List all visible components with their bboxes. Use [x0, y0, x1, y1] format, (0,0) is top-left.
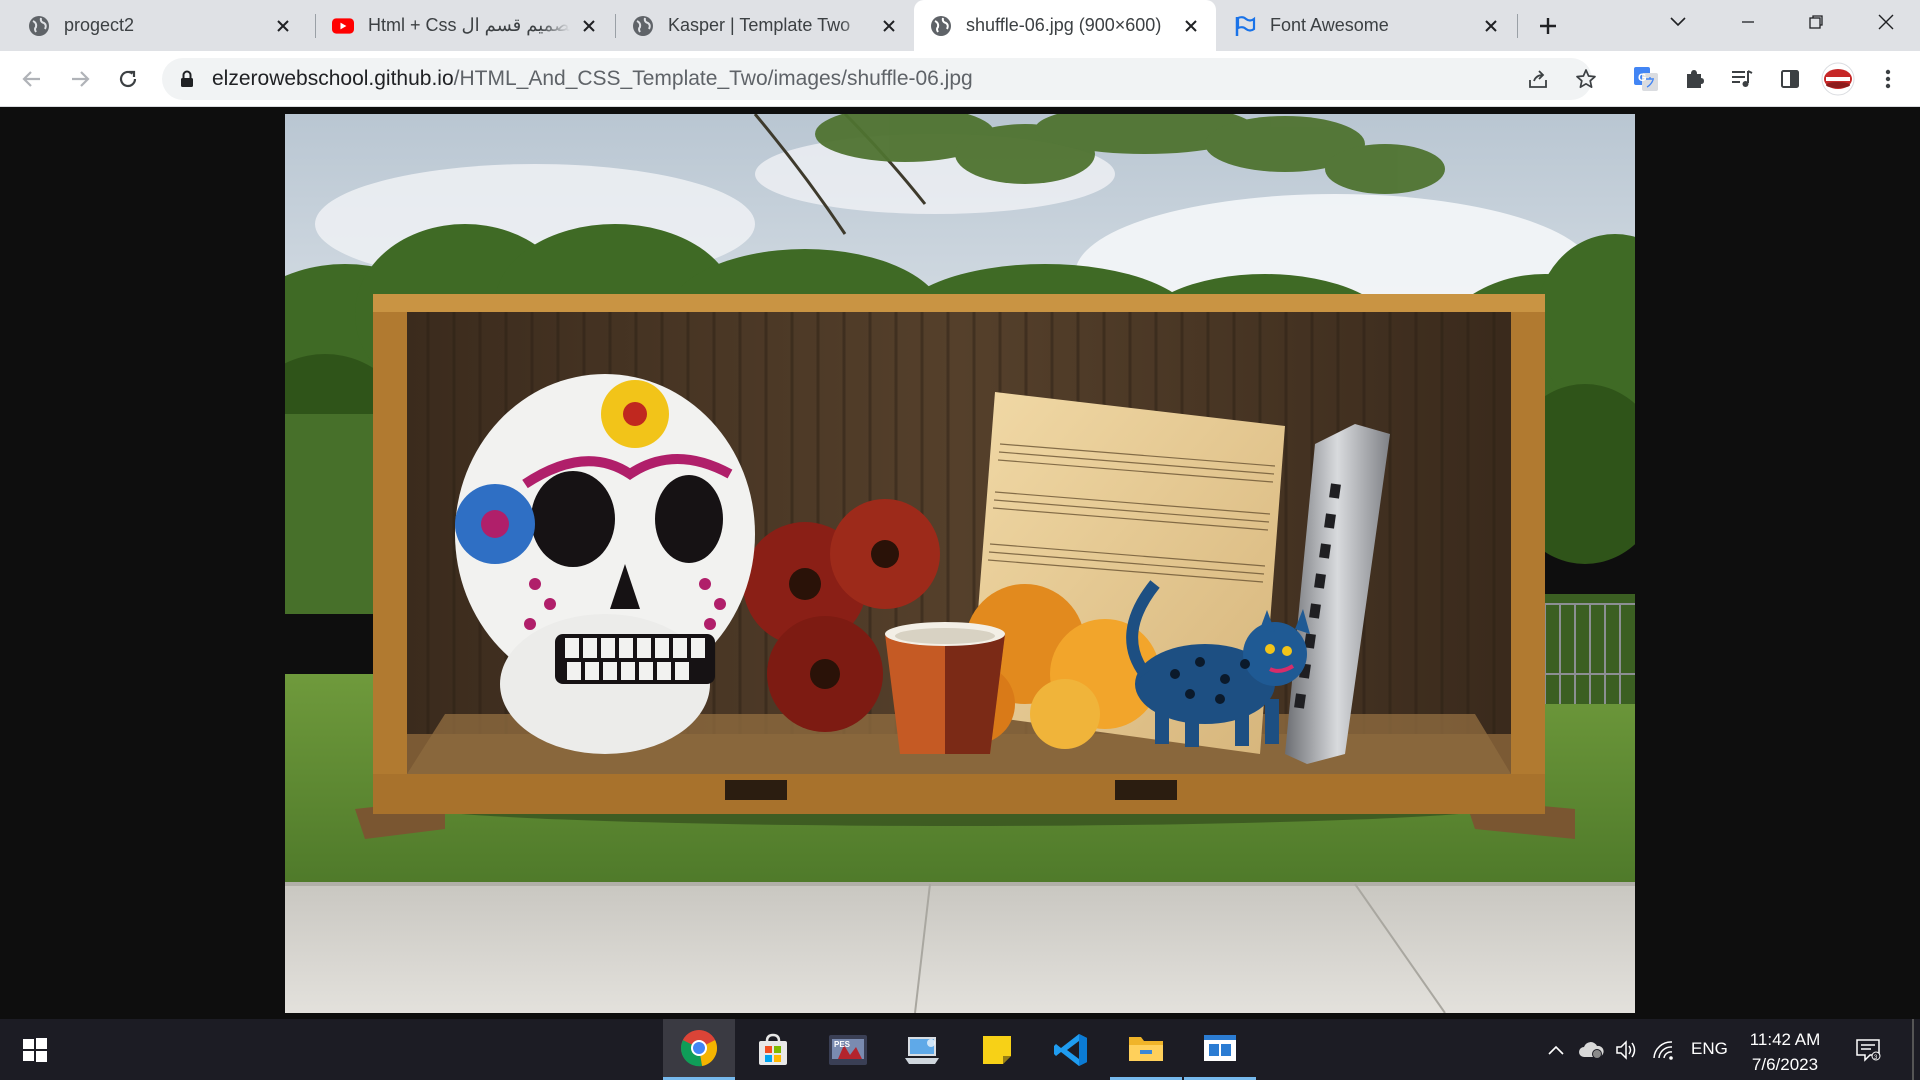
share-icon — [1529, 70, 1547, 88]
taskbar-microsoft-store[interactable] — [737, 1019, 809, 1080]
taskbar-clock[interactable]: 11:42 AM 7/6/2023 — [1740, 1027, 1830, 1077]
globe-icon — [930, 15, 952, 37]
image-viewer — [0, 107, 1920, 1019]
minimize-button[interactable] — [1720, 0, 1776, 44]
vscode-icon — [1054, 1033, 1087, 1066]
windows-taskbar: PES ENG 11:42 AM 7/6/2023 3 — [0, 1019, 1920, 1080]
onedrive-button[interactable] — [1578, 1037, 1604, 1063]
reload-icon — [119, 70, 137, 88]
taskbar-sticky-notes[interactable] — [961, 1019, 1033, 1080]
new-tab-button[interactable] — [1532, 10, 1564, 42]
close-window-button[interactable] — [1858, 0, 1914, 44]
tab-separator — [1517, 14, 1518, 38]
browser-toolbar: elzerowebschool.github.io/HTML_And_CSS_T… — [0, 51, 1920, 107]
media-control-button[interactable] — [1724, 61, 1760, 97]
url-text[interactable]: elzerowebschool.github.io/HTML_And_CSS_T… — [212, 67, 973, 91]
windows-logo-icon — [23, 1037, 47, 1062]
restore-button[interactable] — [1788, 0, 1844, 44]
close-icon — [1878, 14, 1894, 30]
sticky-notes-icon — [983, 1035, 1011, 1064]
lock-icon[interactable] — [180, 70, 196, 88]
playlist-icon — [1732, 70, 1753, 87]
volume-button[interactable] — [1614, 1037, 1640, 1063]
restore-icon — [1809, 15, 1823, 29]
taskbar-chrome[interactable] — [663, 1019, 735, 1080]
share-button[interactable] — [1520, 58, 1556, 100]
url-path: /HTML_And_CSS_Template_Two/images/shuffl… — [453, 67, 973, 90]
speaker-icon — [1616, 1040, 1636, 1060]
taskbar-file-explorer[interactable] — [1110, 1019, 1182, 1080]
taskbar-vscode[interactable] — [1035, 1019, 1107, 1080]
tab-title: shuffle-06.jpg (900×600) — [966, 15, 1162, 35]
google-translate-button[interactable]: G — [1628, 61, 1664, 97]
plus-icon — [1540, 18, 1556, 34]
close-tab-icon[interactable] — [1480, 15, 1502, 37]
chevron-up-icon — [1548, 1045, 1564, 1055]
tab-title: Kasper | Template Two — [668, 15, 851, 35]
forward-button[interactable] — [62, 61, 98, 97]
globe-icon — [632, 15, 654, 37]
profile-button[interactable] — [1820, 61, 1856, 97]
tab-font-awesome[interactable]: Font Awesome — [1218, 0, 1516, 51]
chevron-down-icon — [1670, 17, 1686, 27]
wifi-icon — [1653, 1041, 1673, 1060]
close-tab-icon[interactable] — [272, 15, 294, 37]
more-vert-icon — [1885, 69, 1891, 89]
chrome-icon — [680, 1030, 718, 1067]
tab-kasper-template[interactable]: Kasper | Template Two — [616, 0, 914, 51]
tab-title: progect2 — [64, 15, 135, 35]
tab-strip: progect2 Html + Css تصميم قسم ال Kasper … — [0, 0, 1920, 51]
chrome-menu-button[interactable] — [1870, 61, 1906, 97]
arrow-right-icon — [72, 71, 90, 87]
star-icon — [1576, 69, 1596, 89]
game-icon: PES — [829, 1034, 867, 1065]
address-bar[interactable]: elzerowebschool.github.io/HTML_And_CSS_T… — [162, 58, 1592, 100]
tab-search-button[interactable] — [1650, 0, 1706, 44]
clock-time: 11:42 AM — [1749, 1030, 1821, 1049]
close-tab-icon[interactable] — [878, 15, 900, 37]
youtube-icon — [332, 15, 354, 37]
flag-icon — [1234, 15, 1256, 37]
extensions-button[interactable] — [1676, 61, 1712, 97]
reload-button[interactable] — [110, 61, 146, 97]
taskbar-laptop-app[interactable] — [886, 1019, 958, 1080]
tab-progect2[interactable]: progect2 — [12, 0, 308, 51]
file-explorer-icon — [1129, 1037, 1163, 1061]
globe-icon — [28, 15, 50, 37]
show-hidden-icons-button[interactable] — [1543, 1037, 1569, 1063]
tab-title: Html + Css تصميم قسم ال — [368, 15, 570, 35]
minimize-icon — [1742, 21, 1754, 23]
taskbar-window-app[interactable] — [1184, 1019, 1256, 1080]
puzzle-icon — [1687, 70, 1704, 88]
tab-title: Font Awesome — [1270, 15, 1389, 35]
arrow-left-icon — [22, 71, 40, 87]
tab-youtube-video[interactable]: Html + Css تصميم قسم ال — [316, 0, 614, 51]
shuffle-image[interactable] — [285, 114, 1635, 1013]
laptop-app-icon — [905, 1036, 939, 1064]
tab-shuffle-image[interactable]: shuffle-06.jpg (900×600) — [914, 0, 1216, 51]
url-host: elzerowebschool.github.io — [212, 67, 454, 90]
microsoft-store-icon — [759, 1033, 787, 1065]
back-button[interactable] — [14, 61, 50, 97]
svg-text:PES: PES — [834, 1040, 851, 1049]
notification-icon: 3 — [1856, 1039, 1881, 1062]
close-tab-icon[interactable] — [578, 15, 600, 37]
side-panel-button[interactable] — [1772, 61, 1808, 97]
taskbar-game[interactable]: PES — [812, 1019, 884, 1080]
network-button[interactable] — [1650, 1037, 1676, 1063]
cloud-icon — [1579, 1042, 1604, 1059]
avatar-icon — [1821, 62, 1855, 96]
window-app-icon — [1204, 1035, 1236, 1061]
translate-icon: G — [1634, 67, 1658, 91]
bookmark-button[interactable] — [1568, 58, 1604, 100]
notifications-button[interactable]: 3 — [1855, 1037, 1881, 1063]
show-desktop-button[interactable] — [1912, 1019, 1914, 1080]
start-button[interactable] — [0, 1019, 70, 1080]
close-tab-icon[interactable] — [1180, 15, 1202, 37]
side-panel-icon — [1781, 70, 1799, 88]
clock-date: 7/6/2023 — [1751, 1055, 1819, 1074]
input-language[interactable]: ENG — [1691, 1039, 1728, 1059]
svg-text:G: G — [1638, 72, 1647, 84]
